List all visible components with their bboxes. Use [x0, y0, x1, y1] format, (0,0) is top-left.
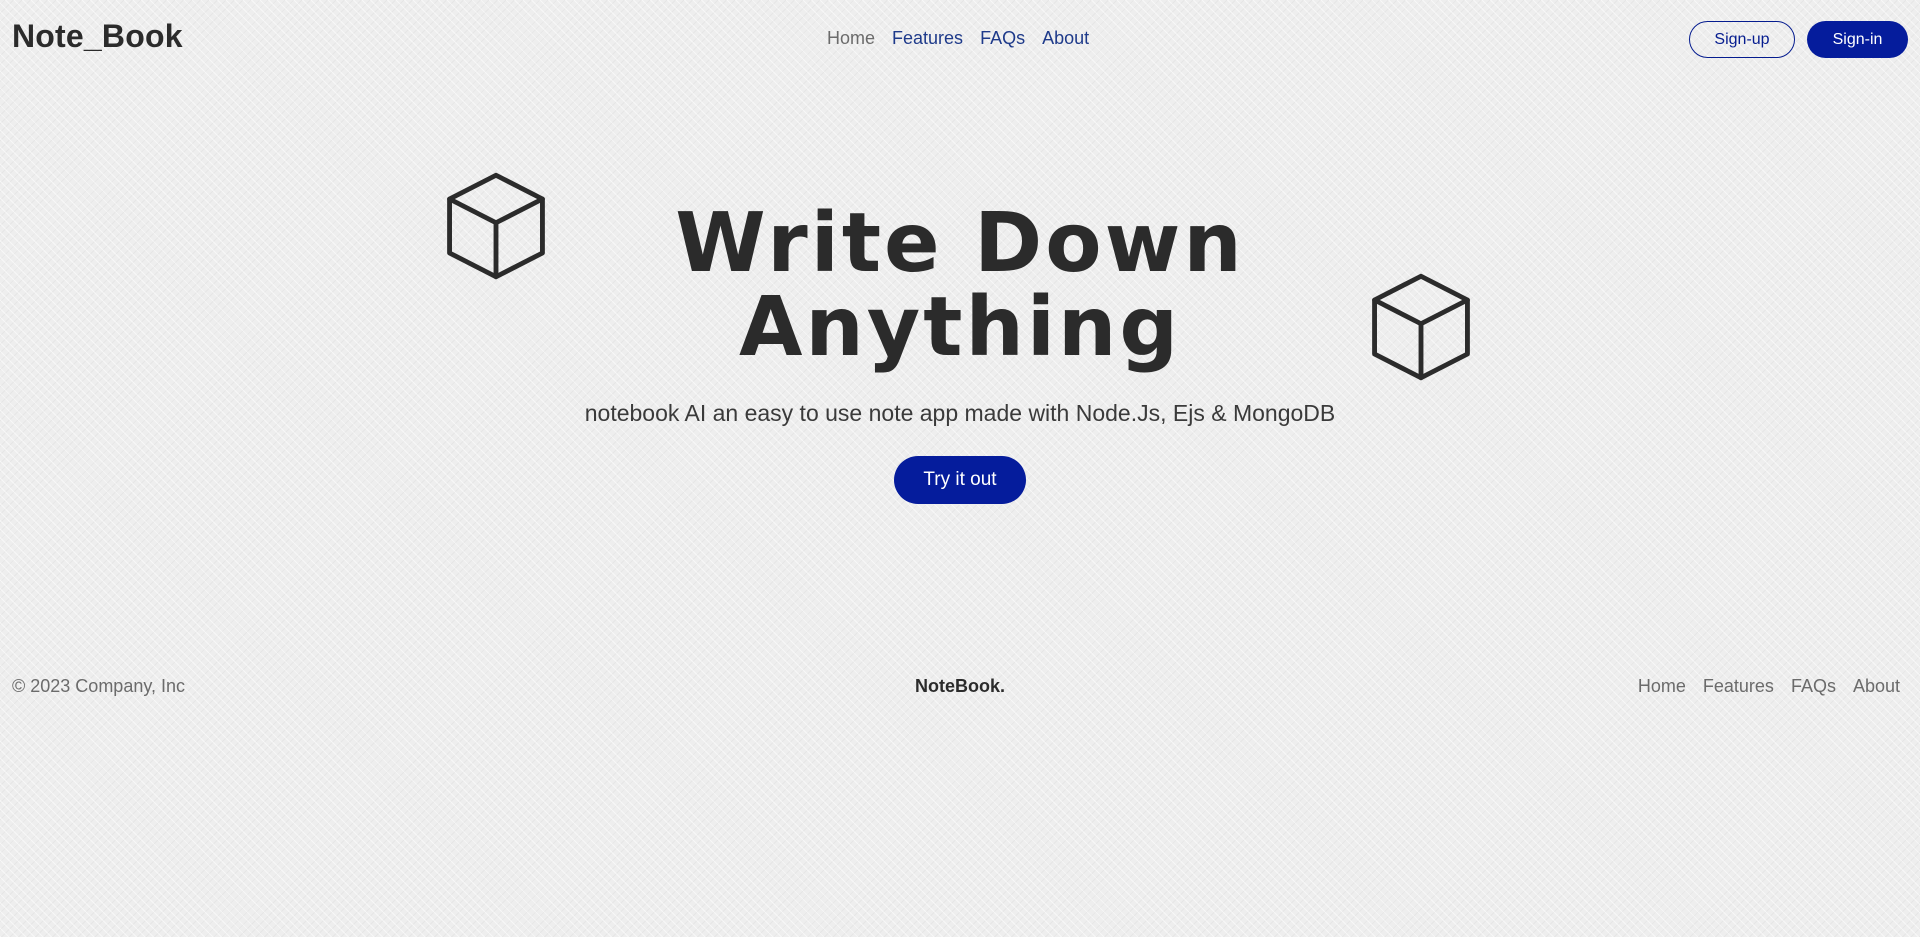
nav-faqs-link[interactable]: FAQs: [980, 28, 1025, 49]
footer-faqs-link[interactable]: FAQs: [1791, 676, 1836, 697]
cube-icon: [447, 172, 545, 280]
footer-copyright: © 2023 Company, Inc: [12, 676, 186, 696]
hero-title-line-2: Anything: [738, 280, 1182, 375]
hero-subtitle: notebook AI an easy to use note app made…: [584, 400, 1336, 426]
signin-button[interactable]: Sign-in: [1807, 21, 1908, 58]
footer-features-link[interactable]: Features: [1703, 676, 1774, 697]
header: Note_Book Home Features FAQs About Sign-…: [0, 0, 1920, 80]
footer-about-link[interactable]: About: [1853, 676, 1900, 697]
try-it-out-button[interactable]: Try it out: [894, 456, 1026, 504]
top-nav: Home Features FAQs About: [827, 28, 1089, 49]
footer-nav: Home Features FAQs About: [1638, 676, 1900, 697]
cube-icon: [1372, 273, 1470, 381]
logo[interactable]: Note_Book: [12, 18, 183, 55]
nav-features-link[interactable]: Features: [892, 28, 963, 49]
nav-about-link[interactable]: About: [1042, 28, 1089, 49]
footer-home-link[interactable]: Home: [1638, 676, 1686, 697]
hero-title: Write Down Anything: [560, 202, 1360, 370]
nav-home-link[interactable]: Home: [827, 28, 875, 49]
footer-brand: NoteBook.: [915, 676, 1005, 696]
hero-title-line-1: Write Down: [675, 196, 1245, 291]
signup-button[interactable]: Sign-up: [1689, 21, 1795, 58]
